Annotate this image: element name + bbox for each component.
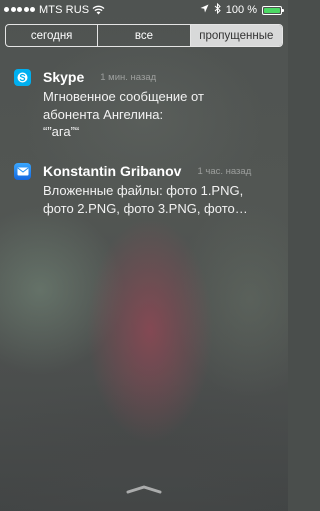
mail-icon (14, 162, 31, 180)
bluetooth-icon (214, 2, 221, 17)
notification-center-tabs: сегодня все пропущенные (5, 24, 283, 47)
message-line: фото 2.PNG, фото 3.PNG, фото… (43, 200, 248, 216)
notification-message: Мгновенное сообщение от абонента Ангелин… (43, 88, 276, 141)
battery-icon (262, 5, 284, 15)
status-bar: MTS RUS 100 % (0, 0, 288, 20)
message-line: Мгновенное сообщение от (43, 89, 204, 104)
notification-mail[interactable]: Konstantin Gribanov 1 час. назад Вложенн… (14, 162, 276, 217)
notification-skype[interactable]: Skype 1 мин. назад Мгновенное сообщение … (14, 68, 276, 141)
signal-strength-icon (4, 7, 35, 12)
skype-icon (14, 68, 31, 86)
message-line: абонента Ангелина: (43, 106, 164, 122)
location-arrow-icon (200, 4, 209, 16)
notification-app-name: Skype (43, 69, 85, 85)
battery-percent: 100 % (225, 4, 257, 16)
tab-today[interactable]: сегодня (6, 25, 99, 46)
notification-time: 1 час. назад (197, 165, 252, 177)
message-line: Вложенные файлы: фото 1.PNG, (43, 183, 244, 198)
tab-missed[interactable]: пропущенные (190, 25, 282, 46)
carrier-name: MTS RUS (39, 4, 90, 16)
notification-sender-name: Konstantin Gribanov (43, 163, 182, 179)
tab-all[interactable]: все (98, 25, 191, 46)
notification-message: Вложенные файлы: фото 1.PNG, фото 2.PNG,… (43, 182, 276, 217)
notification-time: 1 мин. назад (100, 71, 157, 83)
wifi-icon (92, 5, 105, 18)
message-line: “”ага”“ (43, 124, 80, 139)
close-handle-icon[interactable] (125, 481, 163, 499)
